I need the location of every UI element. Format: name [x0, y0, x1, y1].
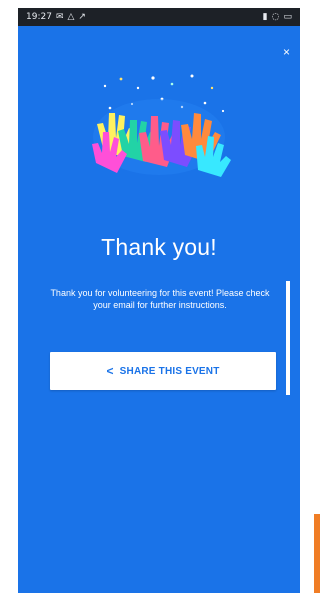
status-left: 19:27 ✉ △ ↗ — [26, 12, 86, 22]
status-right: ▮ ◌ ▭ — [263, 12, 292, 22]
wifi-icon: ◌ — [271, 12, 280, 22]
thank-you-screen: 19:27 ✉ △ ↗ ▮ ◌ ▭ × Thank you! Thank you… — [18, 8, 300, 593]
volunteer-hands-illustration — [92, 74, 231, 177]
battery-icon: ▭ — [283, 12, 292, 22]
side-panel-edge — [286, 281, 290, 395]
status-time: 19:27 — [26, 12, 52, 22]
status-bar: 19:27 ✉ △ ↗ ▮ ◌ ▭ — [18, 8, 300, 26]
alert-icon: △ — [67, 12, 75, 22]
share-icon: < — [106, 364, 114, 378]
close-icon: × — [282, 45, 290, 59]
confirmation-message: Thank you for volunteering for this even… — [50, 288, 270, 310]
mail-icon: ✉ — [55, 12, 64, 22]
close-button[interactable]: × — [283, 46, 290, 58]
send-icon: ↗ — [78, 12, 86, 22]
signal-icon: ▮ — [262, 12, 268, 22]
share-event-button[interactable]: < SHARE THIS EVENT — [50, 352, 276, 390]
thank-you-title: Thank you! — [101, 234, 217, 260]
orange-accent-strip — [314, 514, 320, 593]
share-button-label: SHARE THIS EVENT — [119, 365, 220, 377]
